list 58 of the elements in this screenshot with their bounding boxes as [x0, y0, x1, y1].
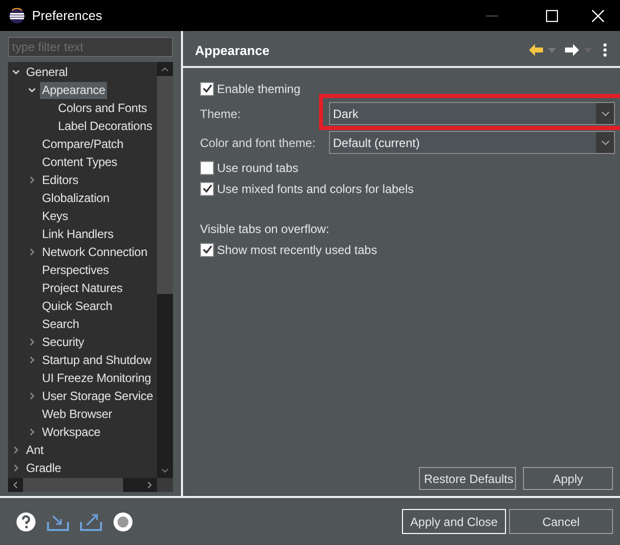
tree-item[interactable]: Web Browser [40, 406, 114, 422]
field-label: Theme: [200, 106, 242, 120]
scroll-right-icon[interactable] [147, 481, 153, 489]
tree-item[interactable]: Search [40, 316, 82, 332]
scrollbar-corner [157, 478, 173, 492]
checkbox-label[interactable]: Use round tabs [217, 160, 298, 174]
tree-item[interactable]: Appearance [40, 82, 108, 98]
checkbox[interactable] [200, 160, 214, 174]
checkbox[interactable] [200, 182, 214, 196]
restore-defaults-button[interactable]: Restore Defaults [419, 467, 516, 490]
tree-item[interactable]: Compare/Patch [40, 136, 126, 152]
checkbox-label[interactable]: Show most recently used tabs [217, 242, 378, 256]
page-title: Appearance [195, 42, 270, 58]
back-arrow-icon[interactable] [529, 44, 543, 56]
tree-item[interactable]: Startup and Shutdow [40, 352, 154, 368]
tree-item[interactable]: Perspectives [40, 262, 111, 278]
tree-item[interactable]: Label Decorations [56, 118, 154, 134]
section-label: Visible tabs on overflow: [200, 222, 330, 236]
tree-item[interactable]: Network Connection [40, 244, 150, 260]
checkbox-label[interactable]: Use mixed fonts and colors for labels [217, 182, 414, 196]
tree-item[interactable]: Workspace [40, 424, 102, 440]
checkbox[interactable] [200, 242, 214, 256]
apply-and-close-button[interactable]: Apply and Close [402, 509, 506, 534]
dropdown[interactable]: Default (current) [329, 131, 615, 154]
horizontal-scrollbar[interactable] [8, 478, 157, 492]
dropdown[interactable]: Dark [329, 102, 615, 125]
tree-item[interactable]: Ant [24, 442, 46, 458]
checkbox[interactable] [200, 82, 214, 96]
export-icon[interactable] [80, 512, 102, 532]
scroll-down-icon[interactable] [161, 468, 169, 474]
tree-item[interactable]: User Storage Service [40, 388, 156, 404]
help-icon[interactable] [16, 512, 36, 532]
window-title: Preferences [32, 8, 104, 23]
close-icon[interactable] [592, 10, 604, 22]
tree-item[interactable]: Gradle [24, 460, 64, 476]
field-label: Color and font theme: [200, 136, 316, 150]
checkbox-label[interactable]: Enable theming [217, 82, 300, 96]
tree-item[interactable]: Colors and Fonts [56, 100, 149, 116]
scroll-left-icon[interactable] [12, 481, 18, 489]
forward-arrow-icon[interactable] [565, 44, 579, 56]
tree-item[interactable]: Security [40, 334, 86, 350]
tree-item[interactable]: Link Handlers [40, 226, 116, 242]
tree-item[interactable]: Globalization [40, 190, 112, 206]
apply-button[interactable]: Apply [523, 467, 613, 490]
maximize-icon[interactable] [546, 10, 558, 22]
more-options-icon[interactable] [603, 43, 607, 57]
tree-item[interactable]: Project Natures [40, 280, 124, 296]
cancel-button[interactable]: Cancel [509, 509, 613, 534]
vertical-scrollbar[interactable] [157, 62, 173, 478]
record-icon[interactable] [113, 512, 133, 532]
tree-item[interactable]: Quick Search [40, 298, 114, 314]
tree-item[interactable]: UI Freeze Monitoring [40, 370, 154, 386]
scroll-up-icon[interactable] [161, 66, 169, 72]
app-logo-icon [9, 8, 25, 24]
tree-item[interactable]: Editors [40, 172, 80, 188]
tree-item[interactable]: Keys [40, 208, 70, 224]
tree-item[interactable]: General [24, 64, 70, 80]
tree-item[interactable]: Content Types [40, 154, 120, 170]
